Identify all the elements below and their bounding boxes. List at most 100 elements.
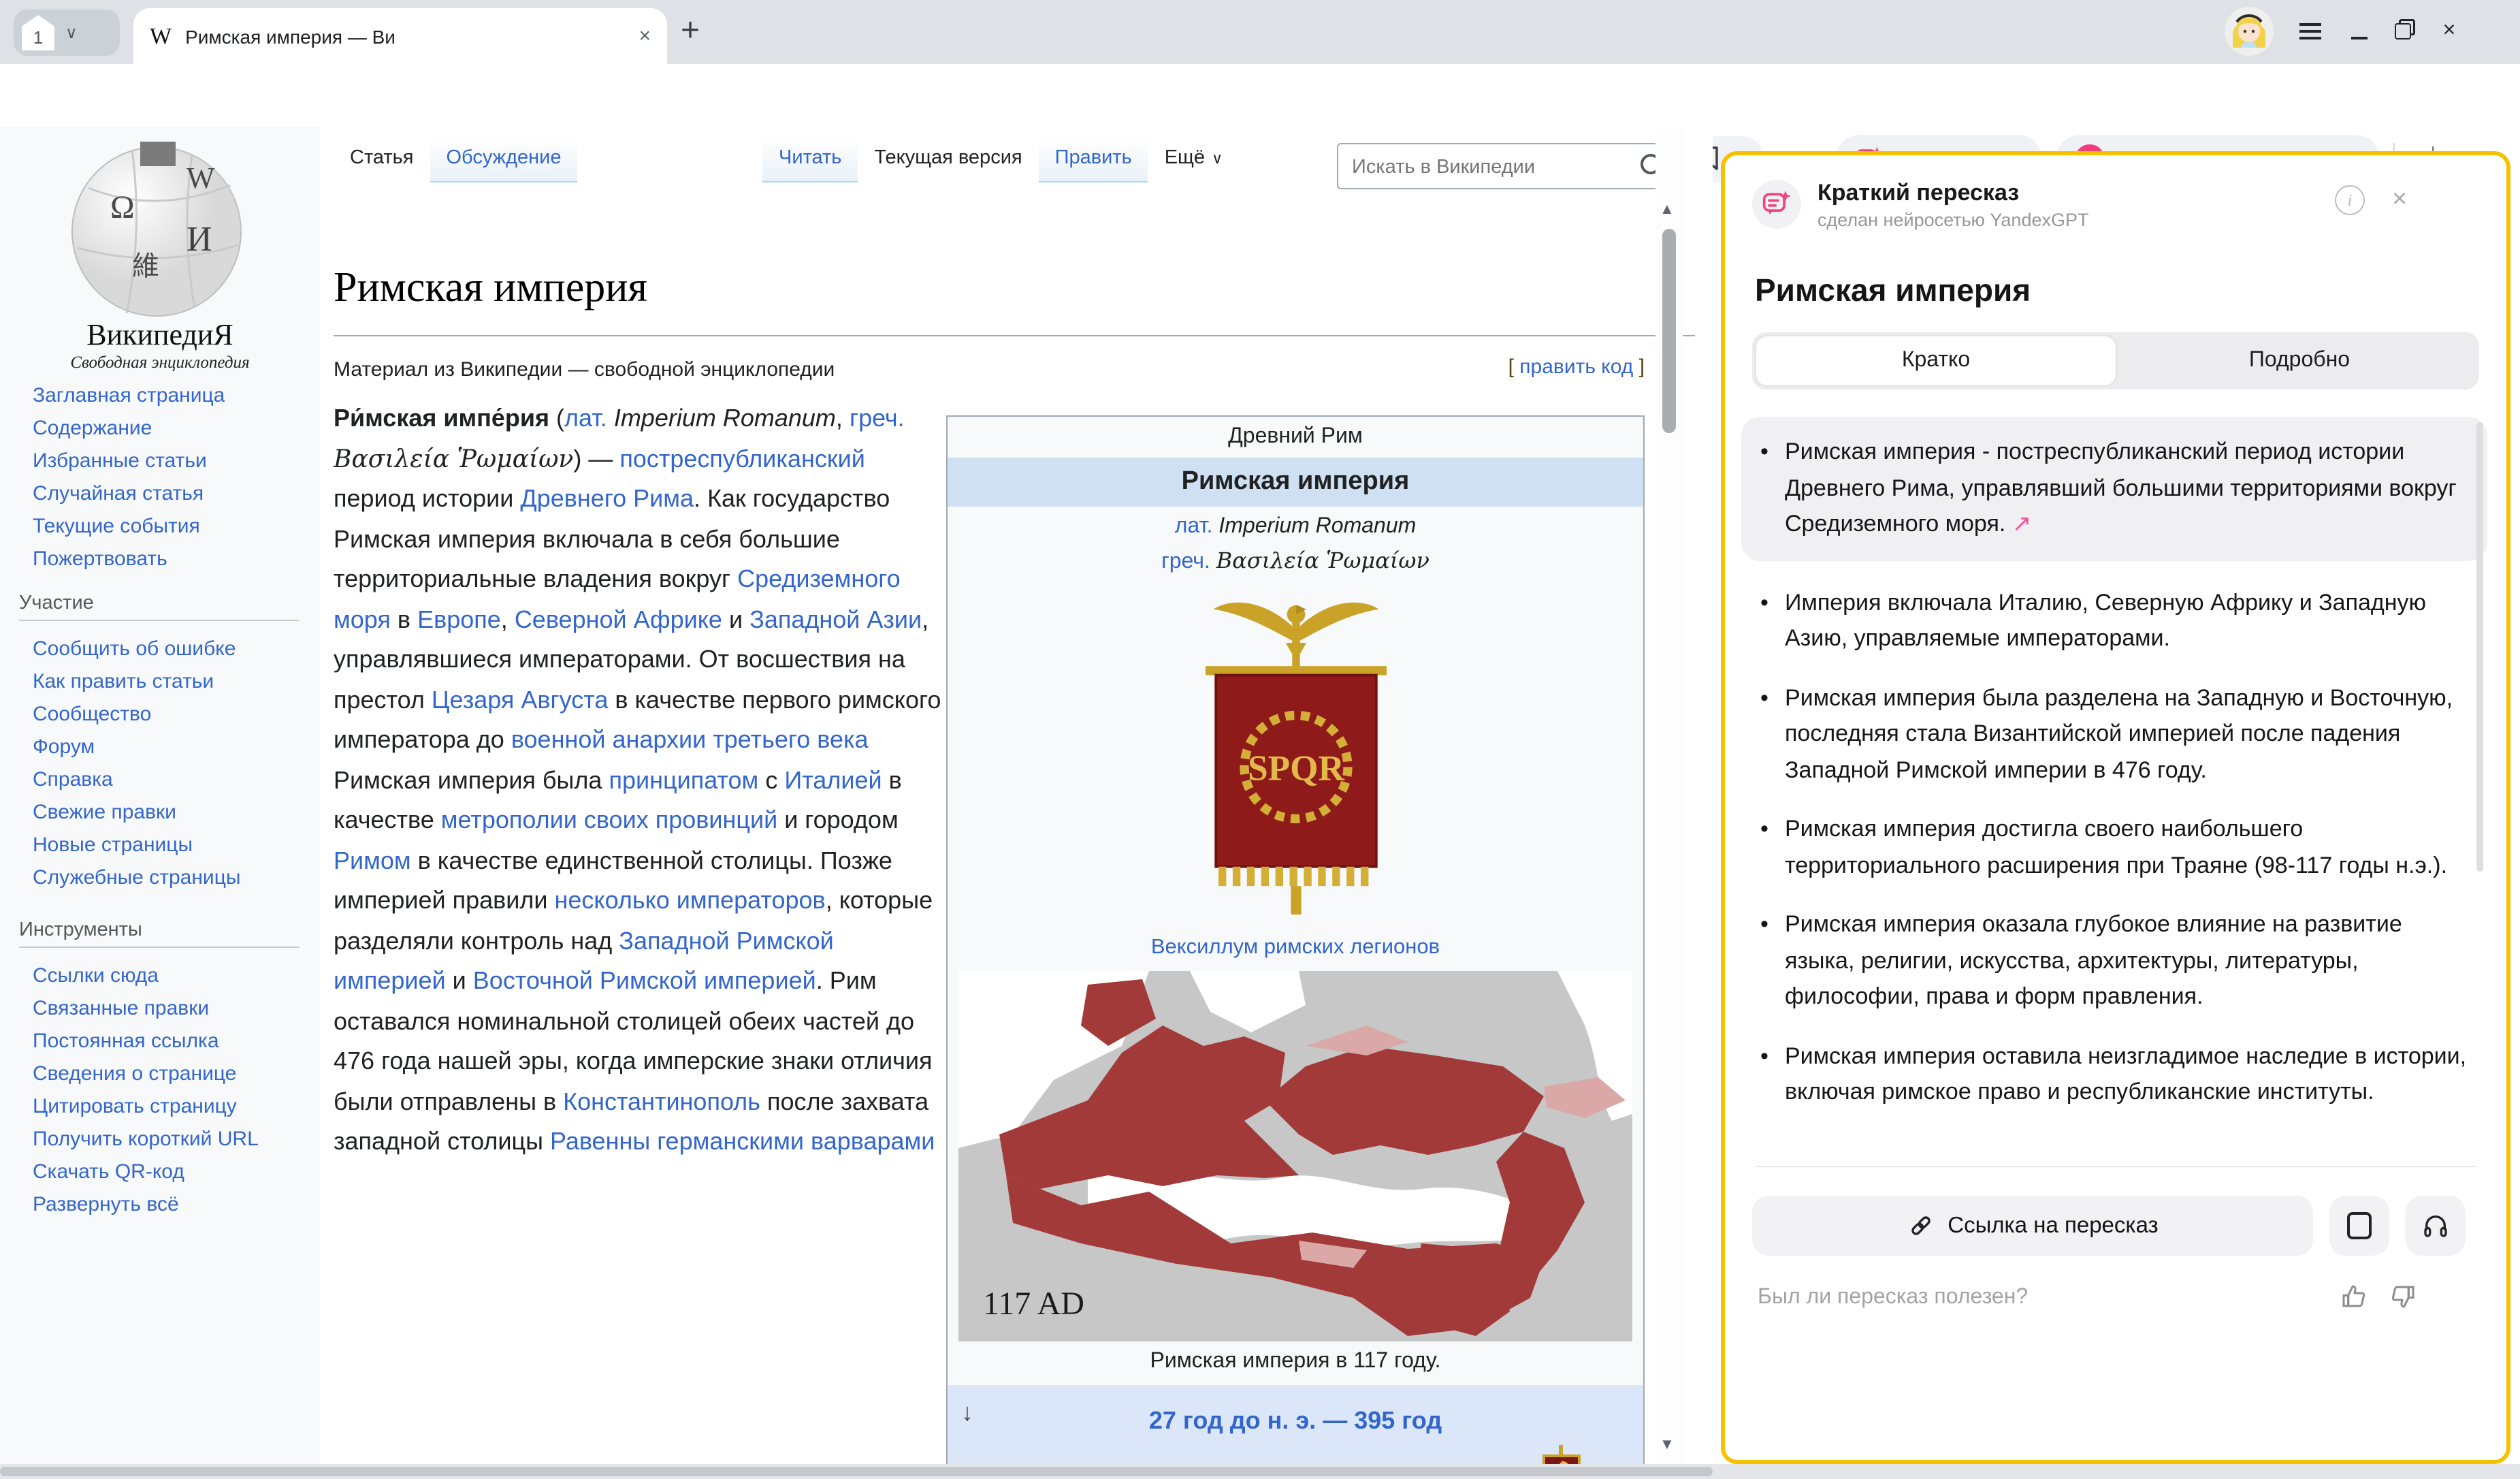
tab-talk[interactable]: Обсуждение [430,136,578,182]
tab-close-icon[interactable]: × [639,25,651,48]
scroll-down-icon[interactable]: ▼ [1660,1437,1675,1453]
article-link[interactable]: Константинополь [563,1087,760,1115]
article-link[interactable]: Равенны германскими варварами [550,1128,935,1155]
infobox-greek-name: греч. Βασιλεία Ῥωμαίων [948,547,1643,583]
article-link[interactable]: третьего века [713,726,868,753]
panel-scrollbar-thumb[interactable] [2476,422,2483,872]
sidebar-link[interactable]: Случайная статья [33,478,305,511]
copy-summary-button[interactable] [2329,1196,2389,1256]
sidebar-link[interactable]: Избранные статьи [33,445,305,478]
browser-tab-bar: 1 ∨ W Римская империя — Ви × + × [0,0,2520,64]
svg-text:И: И [187,220,212,259]
summary-mode-switcher: Кратко Подробно [1752,332,2479,389]
tab-read[interactable]: Читать [762,136,858,182]
link-icon [1907,1212,1934,1239]
sidebar-link[interactable]: Ссылки сюда [33,960,300,993]
listen-summary-button[interactable] [2406,1196,2466,1256]
sidebar-link[interactable]: Сведения о странице [33,1058,300,1091]
sidebar-link[interactable]: Получить короткий URL [33,1124,300,1156]
lead-text-segment: ) — [573,445,619,472]
scrollbar-thumb[interactable] [1662,229,1676,433]
panel-close-icon[interactable]: × [2392,185,2407,215]
article-link[interactable]: Восточной Римской империей [473,967,816,994]
wiki-search-box[interactable] [1337,143,1675,189]
edit-code-link[interactable]: [ править код ] [334,355,1645,379]
sidebar-link[interactable]: Текущие события [33,511,305,543]
article-link[interactable]: лат. [564,404,607,432]
article-link[interactable]: метрополии своих провинций [441,806,777,833]
article-link[interactable]: принципатом [609,766,758,793]
tab-detailed[interactable]: Подробно [2120,332,2479,389]
wikipedia-wordmark[interactable]: ВикипедиЯ [0,317,320,353]
scroll-up-icon[interactable]: ▲ [1660,202,1675,218]
article-link[interactable]: несколько императоров [555,887,826,914]
menu-button[interactable] [2295,19,2325,44]
article-link[interactable]: военной анархии [511,726,706,753]
empire-dates-link[interactable]: 27 год до н. э. — 395 год [948,1407,1643,1435]
source-link-arrow-icon[interactable]: ↗ [2012,511,2032,537]
sidebar-link[interactable]: Сообщество [33,699,305,731]
sidebar-link[interactable]: Форум [33,731,305,764]
article-link[interactable]: греч. [850,404,905,432]
article-link[interactable]: Европе [417,605,501,633]
sidebar-nav-participation: Сообщить об ошибкеКак править статьиСооб… [33,633,305,895]
sidebar-link[interactable]: Связанные правки [33,993,300,1025]
tab-current-version[interactable]: Текущая версия [858,136,1038,182]
summary-bullet-highlighted[interactable]: • Римская империя - постреспубликанский … [1741,417,2487,560]
tab-article[interactable]: Статья [334,136,430,182]
vexillum-image[interactable]: SPQR [948,583,1643,933]
article-link[interactable]: Северной Африке [515,605,722,633]
info-icon[interactable]: i [2335,185,2365,215]
article-link[interactable]: постреспубликанский [619,445,865,472]
map-caption: Римская империя в 117 году. [948,1341,1643,1385]
tab-edit[interactable]: Править [1039,136,1148,182]
thumb-up-icon[interactable] [2340,1283,2368,1310]
infobox-name: Римская империя [948,458,1643,507]
sidebar-link[interactable]: Как править статьи [33,666,305,699]
vexillum-caption-link[interactable]: Вексиллум римских легионов [1151,936,1440,959]
roman-empire-map[interactable]: 117 AD [958,971,1632,1341]
sidebar-link[interactable]: Содержание [33,413,305,445]
tab-group-button[interactable]: 1 ∨ [14,10,120,56]
sidebar-link[interactable]: Цитировать страницу [33,1091,300,1124]
chevron-down-icon[interactable]: ∨ [65,23,78,42]
article-link[interactable]: Западной Азии [749,605,922,633]
summary-link-button[interactable]: Ссылка на пересказ [1752,1196,2313,1256]
minimize-button[interactable] [2344,19,2374,44]
tab-more[interactable]: Ещё∨ [1148,136,1239,182]
sidebar-link[interactable]: Служебные страницы [33,862,305,895]
lead-text-segment: в [391,605,417,633]
article-link[interactable]: Древнего Рима [520,485,694,512]
sidebar-link[interactable]: Справка [33,764,305,797]
article-link[interactable]: Римом [334,846,411,874]
sidebar-link[interactable]: Развернуть всё [33,1189,300,1222]
profile-avatar[interactable] [2225,7,2274,56]
latin-label-link[interactable]: лат. [1175,515,1213,538]
article-link[interactable]: Италией [784,766,882,793]
sidebar-link[interactable]: Пожертвовать [33,543,305,576]
summary-page-heading: Римская империя [1755,272,2031,309]
sidebar-link[interactable]: Сообщить об ошибке [33,633,305,666]
article-link[interactable]: Цезаря Августа [432,686,609,713]
sidebar-link[interactable]: Новые страницы [33,829,305,862]
horizontal-scrollbar-thumb[interactable] [0,1467,1713,1476]
sidebar-link[interactable]: Свежие правки [33,797,305,829]
sidebar-link[interactable]: Постоянная ссылка [33,1025,300,1058]
thumb-down-icon[interactable] [2389,1283,2417,1310]
browser-tab[interactable]: W Римская империя — Ви × [133,8,667,64]
greek-label-link[interactable]: греч. [1161,550,1210,573]
wiki-search-input[interactable] [1349,146,1634,189]
window-close-button[interactable]: × [2434,19,2464,44]
bullet-icon: • [1760,434,1771,543]
lead-text-segment: , [836,404,850,432]
sidebar-link[interactable]: Заглавная страница [33,380,305,413]
horizontal-scrollbar[interactable] [0,1464,2520,1479]
wikipedia-favicon: W [150,22,172,50]
tab-brief[interactable]: Кратко [1756,336,2116,385]
new-tab-button[interactable]: + [681,11,700,52]
bullet-icon: • [1760,680,1771,789]
labarum-chi-rho-flag[interactable] [1540,1445,1583,1464]
sidebar-link[interactable]: Скачать QR-код [33,1156,300,1189]
restore-button[interactable] [2388,19,2418,44]
wikipedia-globe-logo[interactable]: Ω W И 維 [61,133,252,324]
